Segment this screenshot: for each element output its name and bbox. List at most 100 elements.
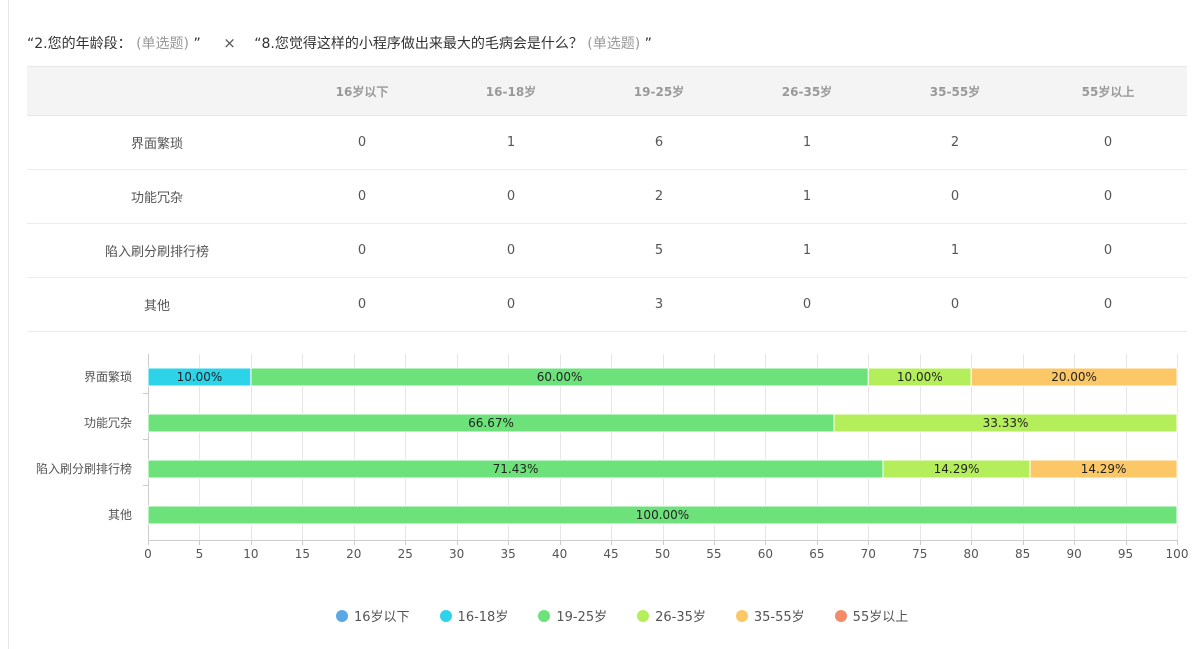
data-label: 33.33% <box>983 416 1029 430</box>
column-header: 35-55岁 <box>881 66 1029 116</box>
table-cell: 2 <box>881 115 1029 170</box>
table-row: 其他 0 0 3 0 0 0 <box>27 277 1187 332</box>
data-label: 66.67% <box>468 416 514 430</box>
legend-swatch <box>834 609 847 622</box>
table-cell: 0 <box>287 115 437 170</box>
table-row: 功能冗杂 0 0 2 1 0 0 <box>27 169 1187 224</box>
data-label: 60.00% <box>537 370 583 384</box>
table-cell: 1 <box>881 223 1029 278</box>
x-tick-label: 95 <box>1118 547 1133 561</box>
x-tick-label: 35 <box>501 547 516 561</box>
table-cell: 0 <box>881 277 1029 332</box>
data-label: 14.29% <box>934 462 980 476</box>
question-1-close-quote: ” <box>193 36 201 52</box>
x-tick-label: 65 <box>809 547 824 561</box>
table-row: 陷入刷分刷排行榜 0 0 5 1 1 0 <box>27 223 1187 278</box>
table-row: 界面繁琐 0 1 6 1 2 0 <box>27 115 1187 170</box>
table-cell: 0 <box>287 169 437 224</box>
column-header: 55岁以上 <box>1029 66 1187 116</box>
legend-swatch <box>538 609 551 622</box>
x-tick-label: 25 <box>398 547 413 561</box>
data-label: 20.00% <box>1051 370 1097 384</box>
question-2-title: “8.您觉得这样的小程序做出来最大的毛病会是什么？ <box>254 36 583 52</box>
legend-swatch <box>735 609 748 622</box>
category-label: 功能冗杂 <box>84 416 132 430</box>
category-label: 其他 <box>108 508 132 522</box>
x-tick-label: 5 <box>196 547 204 561</box>
category-label: 界面繁琐 <box>84 369 132 384</box>
table-cell: 6 <box>585 115 733 170</box>
legend-swatch <box>439 609 452 622</box>
question-1-type: (单选题) <box>136 36 190 52</box>
question-2-close-quote: ” <box>644 36 652 52</box>
legend-item[interactable]: 16岁以下 <box>336 606 410 625</box>
x-tick-label: 55 <box>706 547 721 561</box>
chart-legend: 16岁以下 16-18岁 19-25岁 26-35岁 35-55岁 55岁以上 <box>336 606 938 625</box>
legend-label: 55岁以上 <box>852 610 909 625</box>
x-tick-label: 60 <box>758 547 773 561</box>
x-tick-label: 30 <box>449 547 464 561</box>
table-cell: 0 <box>1029 223 1187 278</box>
legend-label: 19-25岁 <box>556 610 608 625</box>
legend-item[interactable]: 26-35岁 <box>637 606 706 625</box>
table-cell: 0 <box>1029 169 1187 224</box>
crosstab-table: 16岁以下 16-18岁 19-25岁 26-35岁 35-55岁 55岁以上 … <box>27 66 1187 332</box>
x-tick-label: 85 <box>1015 547 1030 561</box>
table-cell: 1 <box>733 115 881 170</box>
row-label: 其他 <box>27 277 287 332</box>
legend-label: 26-35岁 <box>655 610 706 625</box>
legend-item[interactable]: 16-18岁 <box>439 606 509 625</box>
table-cell: 1 <box>437 115 585 170</box>
x-tick-label: 80 <box>964 547 979 561</box>
row-label: 界面繁琐 <box>27 115 287 170</box>
table-cell: 0 <box>881 169 1029 224</box>
data-label: 10.00% <box>177 370 223 384</box>
legend-label: 35-55岁 <box>753 610 805 625</box>
column-header: 26-35岁 <box>733 66 881 116</box>
x-tick-label: 70 <box>861 547 876 561</box>
table-cell: 0 <box>1029 115 1187 170</box>
legend-swatch <box>637 609 650 622</box>
cross-sign: × <box>223 34 236 52</box>
table-cell: 0 <box>733 277 881 332</box>
table-cell: 3 <box>585 277 733 332</box>
data-label: 100.00% <box>636 508 689 522</box>
legend-item[interactable]: 55岁以上 <box>834 606 909 625</box>
column-header <box>27 66 287 116</box>
table-cell: 2 <box>585 169 733 224</box>
legend-label: 16-18岁 <box>457 610 509 625</box>
category-label: 陷入刷分刷排行榜 <box>36 461 132 476</box>
legend-item[interactable]: 19-25岁 <box>538 606 607 625</box>
column-header: 16-18岁 <box>437 66 585 116</box>
x-tick-label: 20 <box>346 547 361 561</box>
x-tick-label: 0 <box>144 547 152 561</box>
table-cell: 0 <box>437 169 585 224</box>
table-cell: 0 <box>287 223 437 278</box>
table-cell: 0 <box>287 277 437 332</box>
x-tick-label: 45 <box>603 547 618 561</box>
crosstab-title: “2.您的年龄段： (单选题) ” × “8.您觉得这样的小程序做出来最大的毛病… <box>27 33 652 53</box>
table-cell: 0 <box>1029 277 1187 332</box>
x-tick-label: 90 <box>1066 547 1081 561</box>
question-1-title: “2.您的年龄段： <box>27 36 132 52</box>
data-label: 10.00% <box>897 370 943 384</box>
column-header: 19-25岁 <box>585 66 733 116</box>
legend-label: 16岁以下 <box>354 610 410 625</box>
legend-item[interactable]: 35-55岁 <box>735 606 805 625</box>
table-header-row: 16岁以下 16-18岁 19-25岁 26-35岁 35-55岁 55岁以上 <box>27 66 1187 116</box>
table-cell: 0 <box>437 223 585 278</box>
table-cell: 0 <box>437 277 585 332</box>
question-2-type: (单选题) <box>587 36 641 52</box>
data-label: 71.43% <box>493 462 539 476</box>
x-tick-label: 50 <box>655 547 670 561</box>
row-label: 功能冗杂 <box>27 169 287 224</box>
column-header: 16岁以下 <box>287 66 437 116</box>
x-tick-label: 10 <box>243 547 258 561</box>
table-cell: 1 <box>733 223 881 278</box>
row-label: 陷入刷分刷排行榜 <box>27 223 287 278</box>
x-tick-label: 75 <box>912 547 927 561</box>
x-tick-label: 100 <box>1166 547 1189 561</box>
data-label: 14.29% <box>1081 462 1127 476</box>
stacked-bar-chart: 0 5 10 15 20 25 30 35 40 45 50 55 60 65 70 75 80 85 90 95 10… <box>36 354 1189 561</box>
table-cell: 5 <box>585 223 733 278</box>
